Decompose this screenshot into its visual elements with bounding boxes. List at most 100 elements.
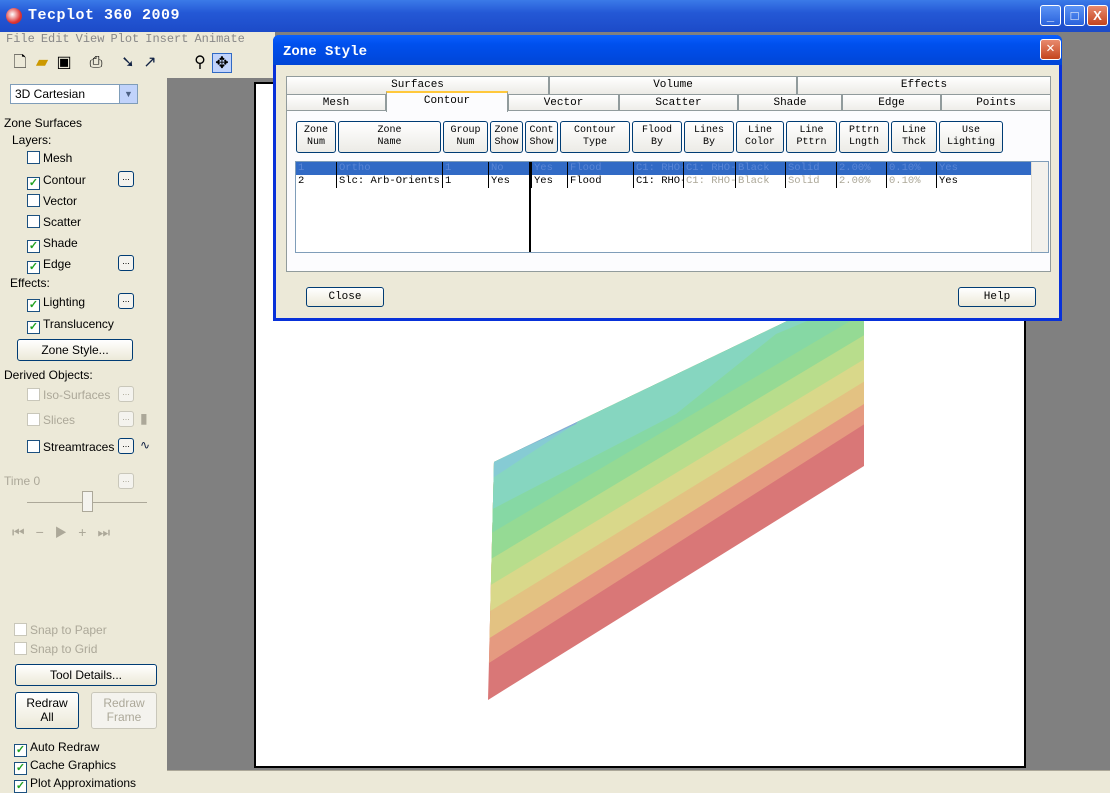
tab-volume[interactable]: Volume — [549, 76, 797, 94]
redraw-all-button[interactable]: Redraw All — [15, 692, 79, 729]
iso-details-button[interactable]: ... — [118, 386, 134, 402]
open-folder-icon[interactable]: ▰ — [32, 53, 52, 73]
col-zone-num[interactable]: Zone Num — [296, 121, 336, 153]
selector-arrow-icon[interactable]: ➘ — [118, 53, 138, 73]
cell[interactable]: 2.00% — [836, 175, 886, 188]
snap-to-grid-checkbox[interactable]: Snap to Grid — [14, 642, 97, 658]
edge-layer-checkbox[interactable]: ✓ Edge — [27, 257, 71, 274]
streamtraces-details-button[interactable]: ... — [118, 438, 134, 454]
dialog-close-icon[interactable]: ✕ — [1040, 39, 1061, 60]
column-splitter[interactable] — [529, 162, 531, 252]
translucency-checkbox[interactable]: ✓ Translucency — [27, 317, 114, 334]
cell[interactable]: Slc: Arb-Orients — [336, 175, 442, 188]
cell[interactable]: 0.10% — [886, 162, 936, 175]
col-cont-show[interactable]: Cont Show — [525, 121, 558, 153]
close-window-button[interactable]: X — [1087, 5, 1108, 26]
plot-approximations-checkbox[interactable]: ✓ Plot Approximations — [14, 776, 136, 793]
cell[interactable]: 2.00% — [836, 162, 886, 175]
col-zone-name[interactable]: Zone Name — [338, 121, 441, 153]
adjustor-icon[interactable]: ↗ — [140, 53, 160, 73]
iso-surfaces-checkbox[interactable]: Iso-Surfaces — [27, 388, 110, 404]
menu-file[interactable]: File — [6, 32, 35, 46]
cell[interactable]: No — [488, 162, 523, 175]
streamtraces-checkbox[interactable]: Streamtraces — [27, 440, 114, 456]
cell[interactable]: Flood — [567, 162, 633, 175]
lighting-checkbox[interactable]: ✓ Lighting — [27, 295, 85, 312]
shade-layer-checkbox[interactable]: ✓ Shade — [27, 236, 78, 253]
print-icon[interactable]: ⎙ — [86, 53, 106, 73]
cell[interactable]: C1: RHO- — [633, 162, 683, 175]
cell[interactable]: Yes — [531, 175, 567, 188]
translate-icon[interactable]: ✥ — [212, 53, 232, 73]
close-button[interactable]: Close — [306, 287, 384, 307]
cell[interactable]: Solid — [785, 162, 836, 175]
streamtrace-tool-icon[interactable]: ∿ — [140, 438, 150, 452]
col-use-lighting[interactable]: Use Lighting — [939, 121, 1003, 153]
time-slider-handle[interactable] — [82, 491, 93, 512]
time-playback-controls[interactable]: ⏮−▶+⏭ — [12, 524, 121, 541]
col-pattern-length[interactable]: Pttrn Lngth — [839, 121, 889, 153]
col-line-color[interactable]: Line Color — [736, 121, 784, 153]
cell[interactable]: 1 — [296, 162, 336, 175]
save-icon[interactable]: ▣ — [54, 53, 74, 73]
edge-details-button[interactable]: ... — [118, 255, 134, 271]
snap-to-paper-checkbox[interactable]: Snap to Paper — [14, 623, 107, 639]
zoom-icon[interactable]: ⚲ — [190, 53, 210, 73]
menu-insert[interactable]: Insert — [145, 32, 188, 46]
cell[interactable]: 2 — [296, 175, 336, 188]
contour-details-button[interactable]: ... — [118, 171, 134, 187]
cell[interactable]: 1 — [442, 175, 488, 188]
col-line-thickness[interactable]: Line Thck — [891, 121, 937, 153]
table-row[interactable]: 1 Ortho 1 No Yes Flood C1: RHO- C1: RHO-… — [296, 162, 1032, 175]
menu-view[interactable]: View — [76, 32, 105, 46]
cell[interactable]: Black — [735, 162, 785, 175]
col-contour-type[interactable]: Contour Type — [560, 121, 630, 153]
cell[interactable]: Yes — [936, 162, 1002, 175]
cell[interactable]: C1: RHO- — [683, 162, 735, 175]
mesh-layer-checkbox[interactable]: Mesh — [27, 151, 72, 167]
cell[interactable]: Solid — [785, 175, 836, 188]
col-group-num[interactable]: Group Num — [443, 121, 488, 153]
col-flood-by[interactable]: Flood By — [632, 121, 682, 153]
cell[interactable]: Yes — [936, 175, 1002, 188]
tool-details-button[interactable]: Tool Details... — [15, 664, 157, 686]
slices-checkbox[interactable]: Slices — [27, 413, 75, 429]
cell[interactable]: C1: RHO- — [633, 175, 683, 188]
cell[interactable]: 1 — [442, 162, 488, 175]
maximize-button[interactable]: □ — [1064, 5, 1085, 26]
cell[interactable]: Flood — [567, 175, 633, 188]
menu-animate[interactable]: Animate — [194, 32, 244, 46]
grid-scrollbar[interactable] — [1031, 162, 1048, 252]
tab-effects[interactable]: Effects — [797, 76, 1051, 94]
zone-grid[interactable]: 1 Ortho 1 No Yes Flood C1: RHO- C1: RHO-… — [295, 161, 1049, 253]
auto-redraw-checkbox[interactable]: ✓ Auto Redraw — [14, 740, 99, 757]
table-row[interactable]: 2 Slc: Arb-Orients 1 Yes Yes Flood C1: R… — [296, 175, 1032, 188]
col-zone-show[interactable]: Zone Show — [490, 121, 523, 153]
menu-edit[interactable]: Edit — [41, 32, 70, 46]
cell[interactable]: Black — [735, 175, 785, 188]
cache-graphics-checkbox[interactable]: ✓ Cache Graphics — [14, 758, 116, 775]
scatter-layer-checkbox[interactable]: Scatter — [27, 215, 81, 231]
zone-style-button[interactable]: Zone Style... — [17, 339, 133, 361]
cell[interactable]: Ortho — [336, 162, 442, 175]
col-label: Lngth — [848, 137, 879, 148]
cell[interactable]: Yes — [488, 175, 523, 188]
lighting-details-button[interactable]: ... — [118, 293, 134, 309]
cell[interactable]: C1: RHO- — [683, 175, 735, 188]
vector-layer-checkbox[interactable]: Vector — [27, 194, 77, 210]
menu-plot[interactable]: Plot — [110, 32, 139, 46]
tab-contour[interactable]: Contour — [386, 91, 508, 112]
contour-layer-checkbox[interactable]: ✓ Contour — [27, 173, 86, 190]
time-details-button[interactable]: ... — [118, 473, 134, 489]
cell[interactable]: 0.10% — [886, 175, 936, 188]
redraw-frame-button[interactable]: Redraw Frame — [91, 692, 157, 729]
help-button[interactable]: Help — [958, 287, 1036, 307]
plot-type-select[interactable]: 3D Cartesian ▼ — [10, 84, 138, 104]
slices-details-button[interactable]: ... — [118, 411, 134, 427]
col-line-pattern[interactable]: Line Pttrn — [786, 121, 837, 153]
cell[interactable]: Yes — [531, 162, 567, 175]
col-lines-by[interactable]: Lines By — [684, 121, 734, 153]
slice-tool-icon[interactable]: ▮ — [140, 410, 156, 426]
new-file-icon[interactable]: 🗋 — [10, 53, 30, 73]
minimize-button[interactable]: _ — [1040, 5, 1061, 26]
